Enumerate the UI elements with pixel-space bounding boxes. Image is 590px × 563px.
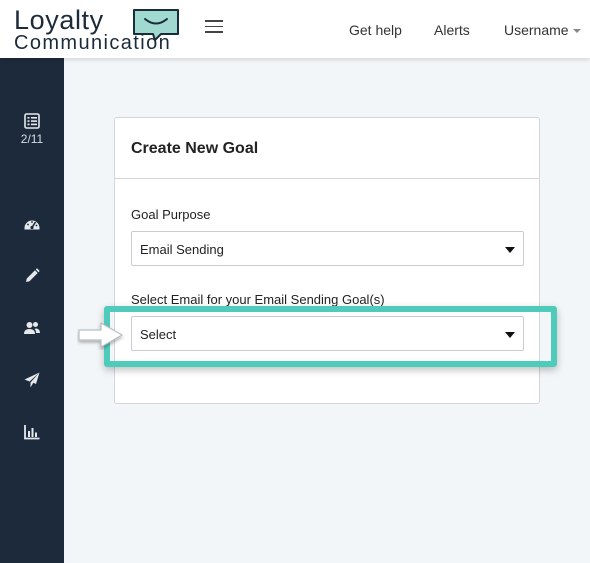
sidebar-item-send[interactable] — [0, 371, 64, 389]
sidebar-item-reports[interactable] — [0, 423, 64, 441]
username-menu[interactable]: Username — [504, 22, 569, 38]
checklist-count: 2/11 — [20, 132, 44, 146]
chevron-down-icon[interactable] — [573, 29, 581, 33]
goal-purpose-select[interactable]: Email Sending — [131, 231, 524, 266]
create-goal-card: Create New Goal Goal Purpose Email Sendi… — [114, 117, 540, 404]
email-select-value: Select — [140, 327, 177, 342]
logo-text-line1: Loyalty — [14, 5, 104, 35]
email-select-label: Select Email for your Email Sending Goal… — [131, 292, 385, 307]
caret-down-icon — [505, 247, 515, 253]
email-select[interactable]: Select — [131, 316, 524, 351]
caret-down-icon — [505, 332, 515, 338]
logo[interactable]: Loyalty Communication — [14, 5, 184, 55]
dashboard-icon — [24, 220, 40, 230]
paper-plane-icon — [24, 372, 40, 388]
sidebar-item-checklist[interactable]: 2/11 — [0, 112, 64, 146]
list-icon — [24, 113, 40, 129]
pencil-icon — [26, 268, 40, 282]
bar-chart-icon — [24, 425, 40, 440]
users-icon — [24, 322, 40, 334]
alerts-link[interactable]: Alerts — [434, 22, 470, 38]
sidebar-item-dashboard[interactable] — [0, 215, 64, 233]
speech-bubble-icon — [133, 9, 179, 41]
menu-toggle-icon[interactable] — [205, 20, 223, 38]
get-help-link[interactable]: Get help — [349, 22, 402, 38]
pointer-arrow-icon — [78, 322, 123, 348]
sidebar: 2/11 — [0, 58, 64, 563]
sidebar-item-edit[interactable] — [0, 267, 64, 285]
goal-purpose-value: Email Sending — [140, 242, 224, 257]
card-divider — [115, 178, 539, 179]
sidebar-item-users[interactable] — [0, 319, 64, 337]
goal-purpose-label: Goal Purpose — [131, 207, 211, 222]
top-header: Loyalty Communication Get help Alerts Us… — [0, 0, 590, 58]
card-title: Create New Goal — [131, 140, 259, 157]
